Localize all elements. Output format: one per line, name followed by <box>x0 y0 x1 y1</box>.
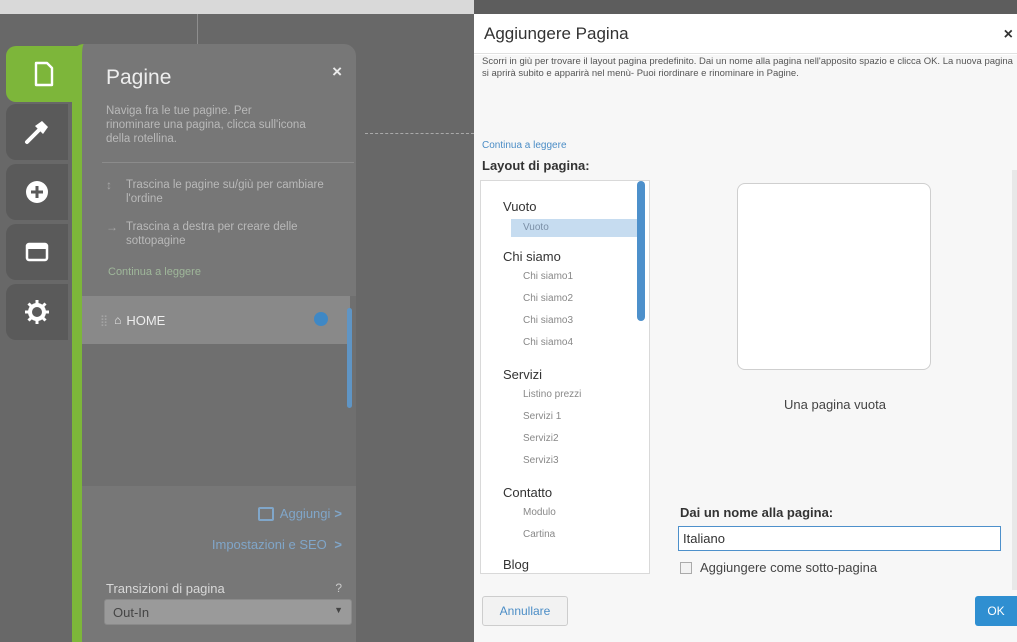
drag-handle-icon[interactable]: ⣿ <box>100 314 108 327</box>
hint-subpage-text: Trascina a destra per creare delle sotto… <box>126 221 298 247</box>
hint-reorder: ↕ Trascina le pagine su/giù per cambiare… <box>106 178 356 206</box>
seo-settings-link[interactable]: Impostazioni e SEO > <box>212 537 342 552</box>
page-item-label: HOME <box>126 312 166 328</box>
add-page-icon <box>257 506 274 521</box>
hint-subpage: → Trascina a destra per creare delle sot… <box>106 220 356 248</box>
seo-settings-label: Impostazioni e SEO <box>211 537 327 552</box>
home-icon: ⌂ <box>114 313 122 327</box>
settings-tool-button[interactable] <box>6 284 68 340</box>
dialog-intro-text: Scorri in giù per trovare il layout pagi… <box>482 56 1013 79</box>
plus-circle-icon <box>25 180 49 204</box>
page-list: ⣿ ⌂ HOME <box>82 296 356 486</box>
subpage-checkbox[interactable] <box>680 561 692 574</box>
layout-item-servizi1[interactable]: Servizi 1 <box>523 411 561 422</box>
hint-reorder-text: Trascina le pagine su/giù per cambiare l… <box>126 179 324 205</box>
layout-category-contatto: Contatto <box>503 485 553 500</box>
dialog-read-more-link[interactable]: Continua a leggere <box>482 140 567 151</box>
layout-item-servizi2[interactable]: Servizi2 <box>523 433 559 444</box>
dialog-title: Aggiungere Pagina <box>484 24 629 43</box>
hammer-icon <box>23 118 51 146</box>
layout-category-servizi: Servizi <box>503 367 543 382</box>
page-settings-gear-icon[interactable] <box>314 312 328 326</box>
add-page-button[interactable]: Aggiungi > <box>257 506 342 521</box>
chevron-right-icon: > <box>334 506 342 521</box>
layout-preview-caption: Una pagina vuota <box>784 397 886 412</box>
layout-item-chi-siamo3[interactable]: Chi siamo3 <box>523 315 573 326</box>
layout-category-vuoto: Vuoto <box>503 199 537 214</box>
layout-category-blog: Blog <box>503 557 530 572</box>
editor-dashed-guide <box>365 133 474 134</box>
layout-list-scrollbar[interactable] <box>637 181 645 321</box>
layout-item-chi-siamo1[interactable]: Chi siamo1 <box>523 271 573 282</box>
horizontal-drag-icon: → <box>106 220 118 234</box>
chevron-right-icon: > <box>334 537 342 552</box>
page-transitions-value: Out-In <box>113 605 150 620</box>
dialog-header: Aggiungere Pagina × <box>474 14 1017 54</box>
page-list-item-home[interactable]: ⣿ ⌂ HOME <box>82 296 350 344</box>
design-tool-button[interactable] <box>6 104 68 160</box>
dialog-right-edge <box>1012 170 1017 590</box>
pages-tool-button[interactable] <box>6 46 82 102</box>
page-name-label: Dai un nome alla pagina: <box>680 505 834 520</box>
read-more-link[interactable]: Continua a leggere <box>108 266 201 278</box>
layout-item-modulo[interactable]: Modulo <box>523 507 556 518</box>
vertical-drag-icon: ↕ <box>106 178 112 192</box>
editor-top-strip <box>0 0 474 14</box>
layout-item-chi-siamo2[interactable]: Chi siamo2 <box>523 293 573 304</box>
layout-category-chi-siamo: Chi siamo <box>503 249 561 264</box>
close-icon[interactable]: × <box>1004 26 1013 44</box>
page-transitions-label: Transizioni di pagina <box>106 581 225 596</box>
subpage-option[interactable]: Aggiungere come sotto-pagina <box>680 560 877 575</box>
layout-icon <box>25 242 49 262</box>
subpage-label: Aggiungere come sotto-pagina <box>700 560 878 575</box>
ok-button[interactable]: OK <box>975 596 1017 626</box>
layout-item-servizi3[interactable]: Servizi3 <box>523 455 559 466</box>
close-icon[interactable]: × <box>332 62 342 82</box>
layout-item-chi-siamo4[interactable]: Chi siamo4 <box>523 337 573 348</box>
divider <box>102 162 354 163</box>
pages-panel: Pagine × Naviga fra le tue pagine. Per r… <box>72 44 356 642</box>
page-name-input[interactable]: Italiano <box>678 526 1001 551</box>
cancel-button[interactable]: Annullare <box>482 596 568 626</box>
help-icon[interactable]: ? <box>335 581 342 595</box>
dropdown-arrow-icon: ▼ <box>334 605 343 615</box>
layout-preview <box>737 183 931 370</box>
layout-list: Vuoto Vuoto Chi siamo Chi siamo1 Chi sia… <box>480 180 650 574</box>
pages-panel-title: Pagine <box>106 66 172 89</box>
layout-label: Layout di pagina: <box>482 158 590 173</box>
layout-item-cartina[interactable]: Cartina <box>523 529 555 540</box>
pages-panel-description: Naviga fra le tue pagine. Per rinominare… <box>106 105 306 145</box>
gear-icon <box>24 299 50 325</box>
layout-tool-button[interactable] <box>6 224 68 280</box>
layout-item-vuoto[interactable]: Vuoto <box>511 219 639 237</box>
layout-item-listino-prezzi[interactable]: Listino prezzi <box>523 389 581 400</box>
page-list-scrollbar[interactable] <box>347 308 352 408</box>
add-tool-button[interactable] <box>6 164 68 220</box>
page-transitions-select[interactable]: Out-In ▼ <box>104 599 352 625</box>
page-icon <box>33 61 55 87</box>
add-page-label: Aggiungi <box>279 506 331 521</box>
